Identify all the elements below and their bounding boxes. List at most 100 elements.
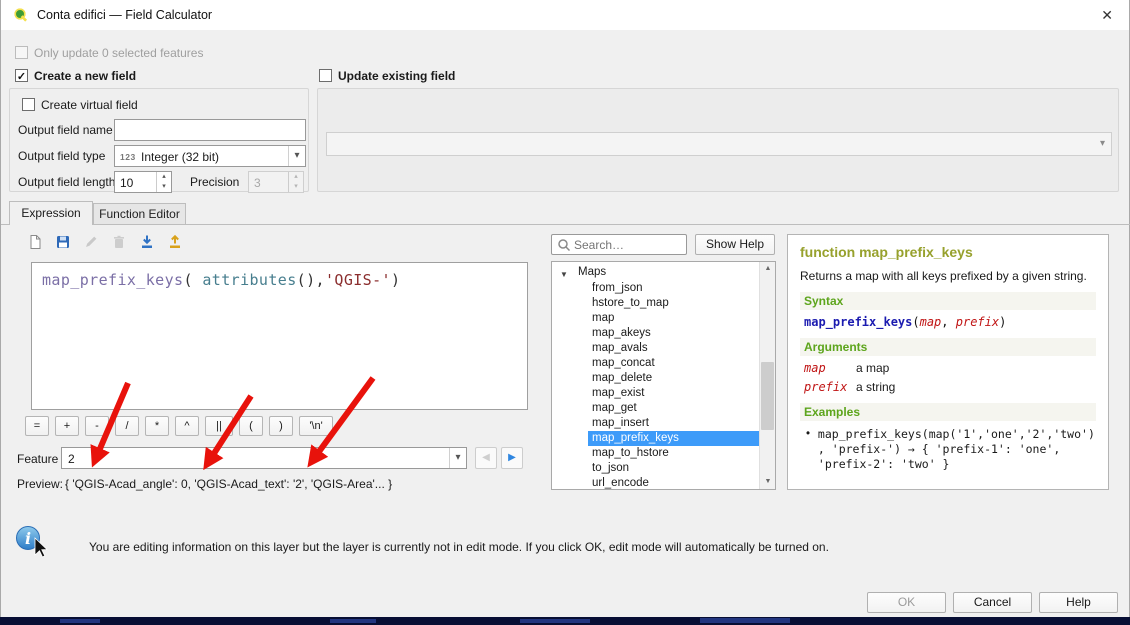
syntax-heading: Syntax <box>800 292 1096 310</box>
function-tree: ▼ Maps from_json hstore_to_map map map_a… <box>551 261 776 490</box>
delete-expression-button[interactable] <box>107 231 131 255</box>
operator-buttons: = + - / * ^ || ( ) '\n' <box>25 416 333 436</box>
tree-scrollbar[interactable]: ▲ ▼ <box>759 262 775 489</box>
scrollbar-thumb[interactable] <box>761 362 774 430</box>
download-arrow-icon <box>139 234 155 253</box>
operator-minus-button[interactable]: - <box>85 416 109 436</box>
update-existing-field-checkbox[interactable] <box>319 69 332 82</box>
function-tree-item[interactable]: map_delete <box>552 371 761 386</box>
syntax-arg: prefix <box>956 315 999 329</box>
help-button[interactable]: Help <box>1039 592 1118 613</box>
save-icon <box>55 234 71 253</box>
item-label: hstore_to_map <box>592 296 669 311</box>
svg-text:i: i <box>25 529 31 548</box>
expression-editor[interactable]: map_prefix_keys( attributes(),'QGIS-') <box>31 262 528 410</box>
new-expression-button[interactable] <box>23 231 47 255</box>
output-field-name-label: Output field name <box>18 123 113 137</box>
chevron-down-icon: ▾ <box>449 448 466 468</box>
function-tree-item[interactable]: to_json <box>552 461 761 476</box>
create-new-field-label: Create a new field <box>34 69 136 83</box>
save-expression-button[interactable] <box>51 231 75 255</box>
output-field-type-combo[interactable]: 123 Integer (32 bit) ▾ <box>114 145 306 167</box>
edit-mode-warning: You are editing information on this laye… <box>89 540 829 554</box>
function-tree-item-selected[interactable]: map_prefix_keys <box>552 431 761 446</box>
item-label: map_avals <box>592 341 648 356</box>
operator-equals-button[interactable]: = <box>25 416 49 436</box>
item-label: map_akeys <box>592 326 651 341</box>
function-tree-item[interactable]: map_to_hstore <box>552 446 761 461</box>
output-field-name-input[interactable] <box>114 119 306 141</box>
item-label: map_get <box>592 401 637 416</box>
operator-power-button[interactable]: ^ <box>175 416 199 436</box>
close-icon[interactable]: ✕ <box>1101 7 1113 23</box>
edit-expression-button[interactable] <box>79 231 103 255</box>
create-virtual-field-checkbox[interactable] <box>22 98 35 111</box>
output-field-length-spinbox[interactable]: 10 ▴▾ <box>114 171 172 193</box>
import-expression-button[interactable] <box>135 231 159 255</box>
operator-newline-button[interactable]: '\n' <box>299 416 333 436</box>
function-tree-item[interactable]: map_akeys <box>552 326 761 341</box>
ok-button[interactable]: OK <box>867 592 946 613</box>
tab-function-editor[interactable]: Function Editor <box>93 203 186 225</box>
precision-value: 3 <box>254 176 261 190</box>
function-tree-item[interactable]: map_avals <box>552 341 761 356</box>
output-field-type-label: Output field type <box>18 149 105 163</box>
only-update-selected-label: Only update 0 selected features <box>34 46 203 60</box>
only-update-selected-checkbox <box>15 46 28 59</box>
window-title: Conta edifici — Field Calculator <box>37 8 212 22</box>
spin-up-icon: ▴ <box>157 172 171 182</box>
spin-arrows: ▴▾ <box>288 172 303 192</box>
update-existing-groupbox: ▾ <box>317 88 1119 192</box>
tab-expression[interactable]: Expression <box>9 201 93 225</box>
syntax-punct: , <box>941 315 955 329</box>
item-label: map_insert <box>592 416 649 431</box>
integer-type-icon: 123 <box>120 152 136 162</box>
next-icon: ▶ <box>508 452 516 463</box>
operator-multiply-button[interactable]: * <box>145 416 169 436</box>
scroll-up-icon[interactable]: ▲ <box>760 262 776 276</box>
export-expression-button[interactable] <box>163 231 187 255</box>
create-new-field-checkbox[interactable]: ✓ <box>15 69 28 82</box>
function-tree-item[interactable]: map_get <box>552 401 761 416</box>
operator-plus-button[interactable]: + <box>55 416 79 436</box>
function-tree-item[interactable]: map_insert <box>552 416 761 431</box>
operator-concat-button[interactable]: || <box>205 416 233 436</box>
new-field-groupbox: Create virtual field Output field name O… <box>9 88 309 192</box>
argument-description: a string <box>856 380 895 394</box>
function-tree-item[interactable]: hstore_to_map <box>552 296 761 311</box>
cancel-button[interactable]: Cancel <box>953 592 1032 613</box>
function-tree-item[interactable]: url_encode <box>552 476 761 490</box>
function-tree-item[interactable]: map <box>552 311 761 326</box>
spin-down-icon: ▾ <box>289 182 303 192</box>
search-input[interactable] <box>574 236 682 253</box>
argument-name: map <box>804 361 856 375</box>
item-label: map_exist <box>592 386 644 401</box>
item-label: url_encode <box>592 476 649 490</box>
operator-open-paren-button[interactable]: ( <box>239 416 263 436</box>
function-tree-item[interactable]: from_json <box>552 281 761 296</box>
expression-token: (), <box>297 271 325 289</box>
field-calculator-dialog: Conta edifici — Field Calculator ✕ Only … <box>0 0 1130 617</box>
function-tree-item[interactable]: map_concat <box>552 356 761 371</box>
item-label: map_delete <box>592 371 652 386</box>
operator-divide-button[interactable]: / <box>115 416 139 436</box>
pencil-icon <box>83 234 99 253</box>
syntax-code: map_prefix_keys(map, prefix) <box>804 315 1096 329</box>
show-help-button[interactable]: Show Help <box>695 234 775 255</box>
syntax-punct: ) <box>999 315 1006 329</box>
scroll-down-icon[interactable]: ▼ <box>760 475 776 489</box>
function-tree-item[interactable]: map_exist <box>552 386 761 401</box>
screen: Conta edifici — Field Calculator ✕ Only … <box>0 0 1130 625</box>
function-tree-group-maps[interactable]: ▼ Maps <box>552 265 761 280</box>
help-description: Returns a map with all keys prefixed by … <box>800 269 1096 283</box>
qgis-logo-icon <box>13 7 29 23</box>
create-virtual-field-label: Create virtual field <box>41 98 138 112</box>
feature-combo[interactable]: 2 ▾ <box>61 447 467 469</box>
preview-label: Preview: <box>17 477 63 491</box>
next-feature-button[interactable]: ▶ <box>501 447 523 469</box>
previous-feature-button[interactable]: ◀ <box>475 447 497 469</box>
item-label: to_json <box>592 461 629 476</box>
spin-arrows[interactable]: ▴▾ <box>156 172 171 192</box>
operator-close-paren-button[interactable]: ) <box>269 416 293 436</box>
expression-token: ) <box>391 271 400 289</box>
